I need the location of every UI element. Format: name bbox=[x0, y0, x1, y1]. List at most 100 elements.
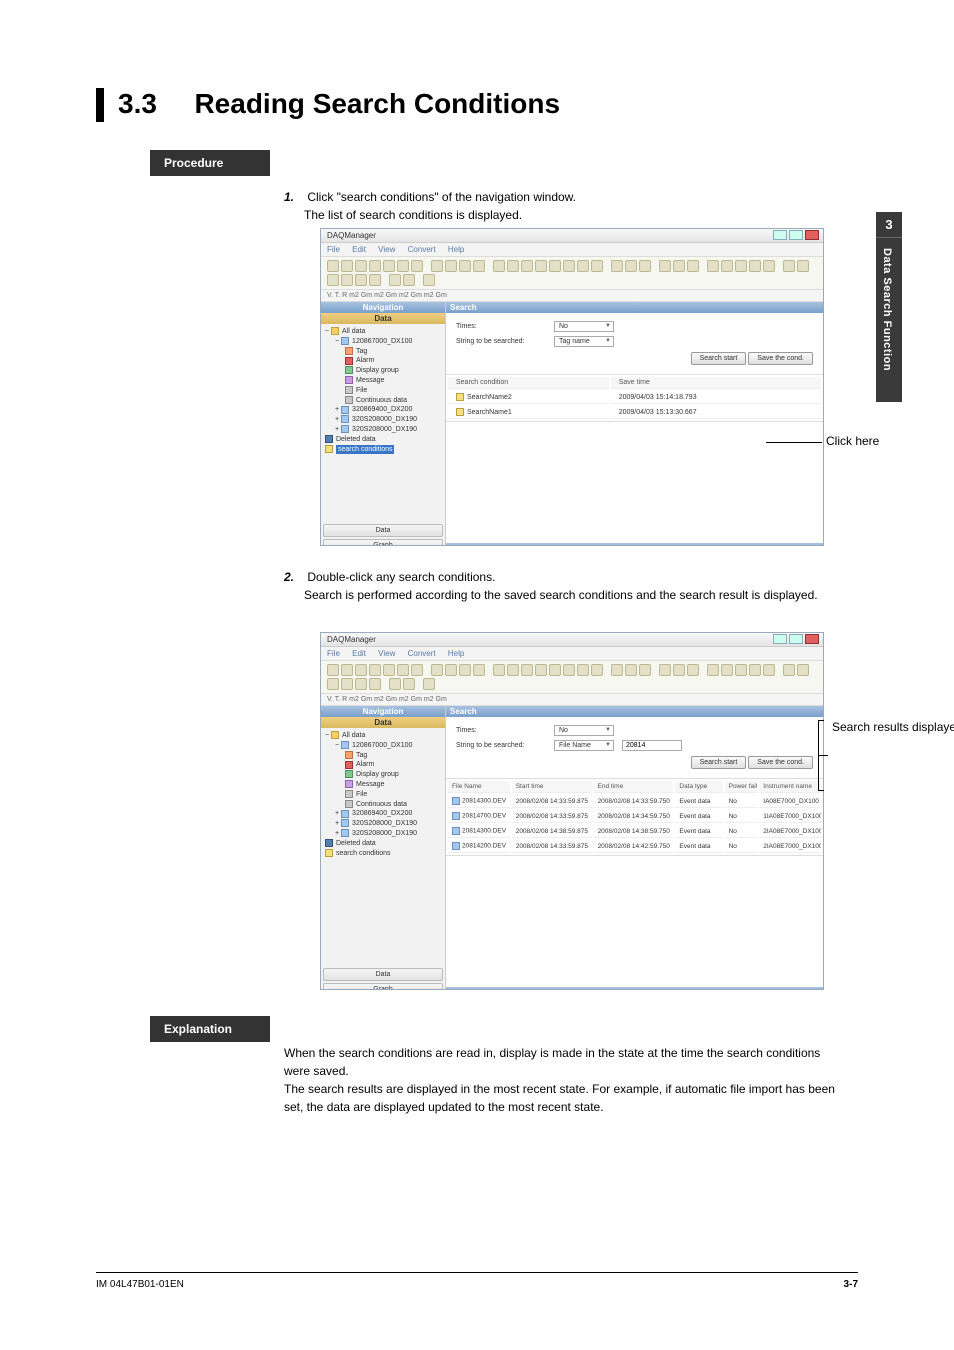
toolbar-button[interactable] bbox=[327, 678, 339, 690]
toolbar-button[interactable] bbox=[383, 260, 395, 272]
toolbar-button[interactable] bbox=[577, 664, 589, 676]
toolbar-button[interactable] bbox=[423, 274, 435, 286]
toolbar-button[interactable] bbox=[389, 678, 401, 690]
col-starttime[interactable]: Start time bbox=[512, 781, 592, 793]
toolbar-button[interactable] bbox=[369, 260, 381, 272]
tree-device[interactable]: − 120867000_DX100 bbox=[325, 337, 441, 347]
col-savetime[interactable]: Save time bbox=[611, 377, 821, 389]
toolbar-button[interactable] bbox=[369, 678, 381, 690]
toolbar-button[interactable] bbox=[369, 664, 381, 676]
tree-file[interactable]: File bbox=[325, 790, 441, 800]
menu-convert[interactable]: Convert bbox=[408, 245, 436, 254]
menu-view[interactable]: View bbox=[378, 649, 395, 658]
nav-graph-button[interactable]: Graph bbox=[323, 983, 443, 990]
toolbar-button[interactable] bbox=[341, 274, 353, 286]
result-row[interactable]: 20814300.DEV2008/02/08 14:33:59.8752008/… bbox=[448, 795, 821, 808]
toolbar-button[interactable] bbox=[659, 664, 671, 676]
toolbar-button[interactable] bbox=[797, 664, 809, 676]
tree-alarm[interactable]: Alarm bbox=[325, 760, 441, 770]
save-cond-button[interactable]: Save the cond. bbox=[748, 756, 813, 769]
toolbar-button[interactable] bbox=[707, 664, 719, 676]
maximize-icon[interactable] bbox=[789, 634, 803, 644]
toolbar-button[interactable] bbox=[749, 664, 761, 676]
tree-deleted-data[interactable]: Deleted data bbox=[325, 435, 441, 445]
toolbar-button[interactable] bbox=[577, 260, 589, 272]
toolbar-button[interactable] bbox=[763, 260, 775, 272]
string-input[interactable] bbox=[622, 740, 682, 751]
result-row[interactable]: 20814700.DEV2008/02/08 14:33:59.8752008/… bbox=[448, 810, 821, 823]
tree-tag[interactable]: Tag bbox=[325, 347, 441, 357]
tree-continuous-data[interactable]: Continuous data bbox=[325, 800, 441, 810]
toolbar-button[interactable] bbox=[355, 678, 367, 690]
tree-deleted-data[interactable]: Deleted data bbox=[325, 839, 441, 849]
toolbar-button[interactable] bbox=[673, 664, 685, 676]
toolbar-button[interactable] bbox=[591, 260, 603, 272]
toolbar-button[interactable] bbox=[749, 260, 761, 272]
properties-bar[interactable]: Properties bbox=[446, 543, 823, 546]
result-row[interactable]: 20814300.DEV2008/02/08 14:38:59.8752008/… bbox=[448, 825, 821, 838]
toolbar-button[interactable] bbox=[797, 260, 809, 272]
toolbar-button[interactable] bbox=[687, 664, 699, 676]
nav-data-button[interactable]: Data bbox=[323, 968, 443, 981]
menu-edit[interactable]: Edit bbox=[352, 245, 366, 254]
toolbar-button[interactable] bbox=[639, 260, 651, 272]
tree-display-group[interactable]: Display group bbox=[325, 366, 441, 376]
toolbar-button[interactable] bbox=[383, 664, 395, 676]
menu-help[interactable]: Help bbox=[448, 245, 464, 254]
tree-message[interactable]: Message bbox=[325, 376, 441, 386]
toolbar-button[interactable] bbox=[611, 260, 623, 272]
tree-device[interactable]: − 120867000_DX100 bbox=[325, 741, 441, 751]
toolbar-button[interactable] bbox=[783, 260, 795, 272]
toolbar-button[interactable] bbox=[341, 678, 353, 690]
toolbar-button[interactable] bbox=[355, 274, 367, 286]
menu-view[interactable]: View bbox=[378, 245, 395, 254]
times-select[interactable]: No bbox=[554, 321, 614, 332]
string-field-select[interactable]: File Name bbox=[554, 740, 614, 751]
toolbar-button[interactable] bbox=[473, 664, 485, 676]
close-icon[interactable] bbox=[805, 230, 819, 240]
tree-device[interactable]: + 320S208000_DX190 bbox=[325, 415, 441, 425]
toolbar-button[interactable] bbox=[625, 664, 637, 676]
tree-tag[interactable]: Tag bbox=[325, 751, 441, 761]
tree-display-group[interactable]: Display group bbox=[325, 770, 441, 780]
toolbar-button[interactable] bbox=[445, 260, 457, 272]
result-row[interactable]: 20814200.DEV2008/02/08 14:33:59.8752008/… bbox=[448, 840, 821, 853]
close-icon[interactable] bbox=[805, 634, 819, 644]
maximize-icon[interactable] bbox=[789, 230, 803, 240]
toolbar-button[interactable] bbox=[411, 664, 423, 676]
toolbar-button[interactable] bbox=[397, 664, 409, 676]
toolbar-button[interactable] bbox=[535, 664, 547, 676]
toolbar-button[interactable] bbox=[707, 260, 719, 272]
toolbar-button[interactable] bbox=[673, 260, 685, 272]
search-start-button[interactable]: Search start bbox=[691, 756, 747, 769]
save-cond-button[interactable]: Save the cond. bbox=[748, 352, 813, 365]
tree-search-conditions[interactable]: search conditions bbox=[325, 849, 441, 859]
toolbar-button[interactable] bbox=[445, 664, 457, 676]
toolbar-button[interactable] bbox=[535, 260, 547, 272]
toolbar-button[interactable] bbox=[423, 678, 435, 690]
toolbar-button[interactable] bbox=[493, 664, 505, 676]
menu-file[interactable]: File bbox=[327, 649, 340, 658]
toolbar-button[interactable] bbox=[563, 260, 575, 272]
toolbar-button[interactable] bbox=[763, 664, 775, 676]
tree-device[interactable]: + 320S208000_DX190 bbox=[325, 829, 441, 839]
toolbar-button[interactable] bbox=[611, 664, 623, 676]
toolbar-button[interactable] bbox=[355, 664, 367, 676]
toolbar-button[interactable] bbox=[783, 664, 795, 676]
toolbar-button[interactable] bbox=[493, 260, 505, 272]
toolbar-button[interactable] bbox=[397, 260, 409, 272]
toolbar-button[interactable] bbox=[403, 274, 415, 286]
toolbar-button[interactable] bbox=[549, 664, 561, 676]
toolbar-button[interactable] bbox=[507, 260, 519, 272]
toolbar-button[interactable] bbox=[549, 260, 561, 272]
toolbar-button[interactable] bbox=[473, 260, 485, 272]
toolbar-button[interactable] bbox=[659, 260, 671, 272]
properties-bar[interactable]: Properties bbox=[446, 987, 823, 990]
toolbar-button[interactable] bbox=[327, 260, 339, 272]
col-condition[interactable]: Search condition bbox=[448, 377, 609, 389]
toolbar-button[interactable] bbox=[687, 260, 699, 272]
toolbar-button[interactable] bbox=[521, 260, 533, 272]
toolbar-button[interactable] bbox=[411, 260, 423, 272]
toolbar-button[interactable] bbox=[355, 260, 367, 272]
nav-data-button[interactable]: Data bbox=[323, 524, 443, 537]
